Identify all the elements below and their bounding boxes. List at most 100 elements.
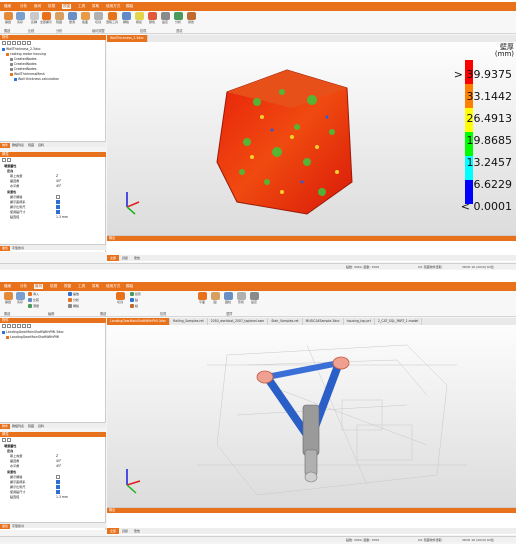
tree-item-shaft[interactable]: LandingGearMainShaftWithPMI [6, 335, 59, 340]
show-all-button[interactable]: 全部顯示 [40, 12, 52, 24]
settings-button[interactable]: 設定 [248, 292, 260, 304]
menu-help[interactable]: 幫助 [92, 284, 99, 289]
mark-button[interactable]: 標記 [133, 12, 145, 24]
prop-value[interactable]: 1.3 mm [56, 215, 68, 220]
save-as-button[interactable]: 另存 [14, 12, 26, 24]
show-axes-checkbox[interactable] [56, 480, 60, 484]
menu-usage[interactable]: 使用方式 [106, 4, 120, 9]
tab-output-all[interactable]: 全部 [107, 255, 120, 261]
show-grid-checkbox[interactable] [56, 475, 60, 479]
tab-output-info[interactable]: 資訊 [119, 528, 131, 534]
menu-analysis[interactable]: 分析 [20, 4, 27, 9]
menu-usage[interactable]: 使用方式 [106, 284, 120, 289]
tab-groups[interactable]: 群組列表 [10, 143, 26, 148]
sort-icon[interactable] [2, 158, 6, 162]
expand-icon[interactable] [2, 41, 6, 45]
doc-tab-landing-gear[interactable]: LandingGearMainShaftWithPMI.3dxc [107, 318, 171, 325]
reverse-button[interactable]: 反轉 [28, 12, 40, 24]
save-as-button[interactable]: 另存 [14, 292, 26, 304]
menu-tools[interactable]: 工具 [78, 4, 85, 9]
tab-hidden[interactable]: 隱藏 [26, 424, 36, 429]
menu-geometry[interactable]: 幾何 [34, 4, 41, 9]
prop-point-diameter[interactable]: 點直徑 1.3 mm [2, 215, 100, 220]
prop-value[interactable]: 1.3 mm [56, 495, 68, 500]
mesh-button[interactable]: 網格 [120, 12, 132, 24]
show-scale-checkbox[interactable] [56, 205, 60, 209]
cut-button[interactable]: 切割 [114, 292, 126, 304]
tab-data[interactable]: 資料 [36, 424, 46, 429]
tab-output-warn[interactable]: 警告 [131, 528, 143, 534]
tab-output-info[interactable]: 資訊 [119, 255, 131, 261]
filter-icon[interactable] [12, 324, 16, 328]
menu-view[interactable]: 檢視 [48, 4, 55, 9]
analysis-row[interactable]: 分析 [68, 298, 79, 303]
doc-tab-musicae[interactable]: MUSICAESample.3dxc [303, 318, 344, 325]
shape-button[interactable]: 形狀 [235, 292, 247, 304]
menu-file[interactable]: 檔案 [4, 284, 11, 289]
sort-icon[interactable] [2, 438, 6, 442]
prop-value[interactable]: 45° [56, 464, 61, 469]
refresh-icon[interactable] [27, 324, 31, 328]
menu-modules[interactable]: 模組 [126, 4, 133, 9]
tab-output-all[interactable]: 全部 [107, 528, 120, 534]
menu-modules[interactable]: 模組 [126, 284, 133, 289]
projection-row[interactable]: 投影 [130, 292, 141, 297]
list-icon[interactable] [7, 438, 11, 442]
collapse-icon[interactable] [7, 324, 11, 328]
cut-button[interactable]: 切割 [92, 12, 104, 24]
filter-icon[interactable] [12, 41, 16, 45]
tree-item-wall-calc[interactable]: Wall thickness calculation [14, 77, 59, 82]
mesh-row[interactable]: 網格 [68, 304, 79, 309]
tab-font-search[interactable]: 字型搜尋 [10, 524, 26, 529]
point-size-checkbox[interactable] [56, 210, 60, 214]
cylinder-button[interactable]: 圓柱 [222, 292, 234, 304]
prop-horizontal-angle[interactable]: 水平角 45° [2, 464, 100, 469]
tab-objects[interactable]: 物件 [0, 424, 11, 429]
3d-viewport[interactable] [107, 325, 516, 507]
analysis-button[interactable]: 分析 [172, 12, 184, 24]
menu-view[interactable]: 檢視 [50, 284, 57, 289]
tab-data[interactable]: 資料 [36, 143, 46, 148]
point-row[interactable]: 點 [130, 298, 138, 303]
hide-button[interactable]: 隱藏 [53, 12, 65, 24]
tab-objects[interactable]: 物件 [0, 143, 11, 148]
eye-icon[interactable] [17, 41, 21, 45]
open-button[interactable]: 開啟 [2, 292, 14, 304]
menu-analysis[interactable]: 分析 [20, 284, 27, 289]
menu-geometry[interactable]: 幾何 [34, 284, 44, 289]
doc-tab-worldcat[interactable]: 2050_worldcat_2007_toplevel.asm [208, 318, 269, 325]
zoom-row[interactable]: 縮放 [68, 292, 79, 297]
doc-tab-wallthickness[interactable]: WallThickness_2.3dxc [107, 35, 148, 42]
doc-tab-housing[interactable]: housing_top.prt [344, 318, 375, 325]
compare-row[interactable]: 比較 [28, 298, 39, 303]
color-button[interactable]: 顏色 [146, 12, 158, 24]
tab-groups[interactable]: 群組列表 [10, 424, 26, 429]
show-scale-checkbox[interactable] [56, 485, 60, 489]
tab-properties[interactable]: 屬性 [0, 524, 11, 529]
open-button[interactable]: 開啟 [2, 12, 14, 24]
line-row[interactable]: 線 [130, 304, 138, 309]
tab-output-warn[interactable]: 警告 [131, 255, 143, 261]
doc-tab-stair[interactable]: Stair_Samples.ret [268, 318, 303, 325]
circle-button[interactable]: 圓 [209, 292, 221, 304]
prop-point-diameter[interactable]: 點直徑 1.3 mm [2, 495, 100, 500]
point-size-checkbox[interactable] [56, 490, 60, 494]
report-button[interactable]: 報告 [185, 12, 197, 24]
lock-icon[interactable] [22, 324, 26, 328]
tab-hidden[interactable]: 隱藏 [26, 143, 36, 148]
menu-help[interactable]: 幫助 [92, 4, 99, 9]
prop-value[interactable]: 45° [56, 184, 61, 189]
eye-icon[interactable] [17, 324, 21, 328]
prop-horizontal-angle[interactable]: 水平角 45° [2, 184, 100, 189]
import-row[interactable]: 導入 [28, 292, 39, 297]
show-grid-checkbox[interactable] [56, 195, 60, 199]
tab-properties[interactable]: 屬性 [0, 246, 11, 251]
expand-icon[interactable] [2, 324, 6, 328]
list-icon[interactable] [7, 158, 11, 162]
settings-button[interactable]: 設定 [159, 12, 171, 24]
doc-tab-cat-sql[interactable]: 2_CAT_SQL_PART_1.model [375, 318, 423, 325]
menu-window[interactable]: 視窗 [62, 4, 72, 9]
3d-viewport[interactable]: 壁厚 (mm) > 39.9375 33.1442 26.4913 19.8685… [107, 42, 516, 235]
collapse-icon[interactable] [7, 41, 11, 45]
section-button[interactable]: 截面 [79, 12, 91, 24]
